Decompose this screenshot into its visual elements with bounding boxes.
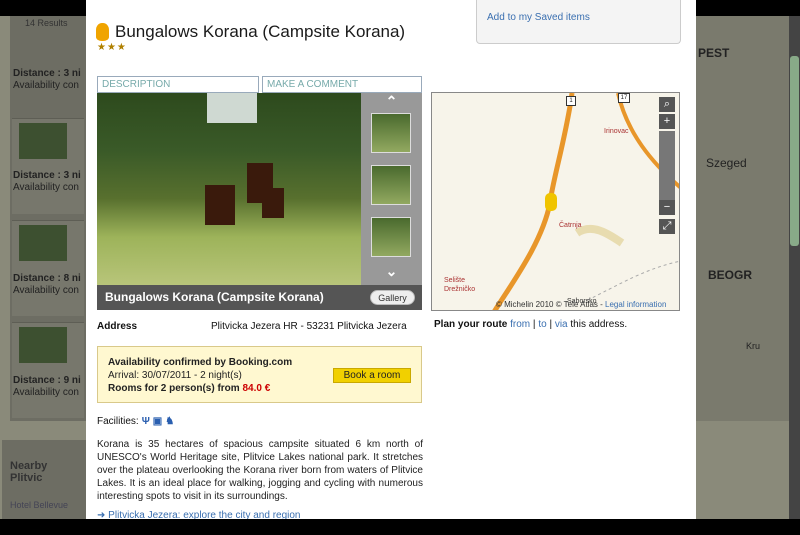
pets-icon: ♞: [165, 416, 175, 427]
route-to-link[interactable]: to: [538, 319, 546, 330]
map-label: PEST: [698, 46, 730, 60]
plan-route: Plan your route from | to | via this add…: [434, 319, 628, 330]
nearby-panel: Nearby Plitvic Hotel Bellevue: [2, 440, 88, 519]
page-scrollbar[interactable]: [789, 16, 800, 519]
photo-gallery: ⌃ ⌄ Bungalows Korana (Campsite Korana) G…: [97, 93, 422, 310]
hotel-title: Bungalows Korana (Campsite Korana): [115, 22, 406, 41]
location-pin-icon[interactable]: [545, 193, 557, 211]
photo-cabin: [262, 188, 284, 218]
result-availability: Availability con: [13, 285, 79, 296]
map-copyright: © Michelin 2010 © Tele Atlas - Legal inf…: [496, 300, 667, 309]
address-label: Address: [97, 321, 138, 332]
result-distance: Distance : 3 ni: [13, 68, 81, 79]
add-to-saved-link[interactable]: Add to my Saved items: [487, 12, 590, 23]
location-pin-icon: [96, 23, 109, 41]
results-count: 14 Results: [25, 18, 68, 28]
thumbnail-strip: ⌃ ⌄: [361, 93, 422, 285]
map-label: Szeged: [706, 156, 747, 170]
result-availability: Availability con: [13, 387, 79, 398]
result-availability: Availability con: [13, 182, 79, 193]
result-thumbnail[interactable]: [19, 327, 67, 363]
location-map[interactable]: 1 17 Irinovac Čatrnja Selište Drežničko …: [431, 92, 680, 311]
address-value: Plitvicka Jezera HR - 53231 Plitvicka Je…: [211, 321, 407, 332]
nearby-title: Nearby Plitvic: [10, 460, 48, 484]
parking-icon: ▣: [152, 416, 163, 427]
result-thumbnail[interactable]: [19, 225, 67, 261]
route-via-link[interactable]: via: [555, 319, 568, 330]
zoom-in-button[interactable]: +: [659, 114, 675, 129]
result-distance: Distance : 8 ni: [13, 273, 81, 284]
scroll-up-icon[interactable]: ⌃: [361, 93, 422, 110]
star-rating: ★★★: [97, 42, 127, 53]
map-search-icon[interactable]: ⌕: [659, 97, 675, 112]
save-box: Add to my Saved items: [476, 0, 681, 44]
map-label: BEOGR: [708, 268, 753, 282]
photo-cabin: [205, 185, 235, 225]
title-row: Bungalows Korana (Campsite Korana): [96, 22, 405, 42]
gallery-thumbnail[interactable]: [371, 217, 411, 257]
result-thumbnail[interactable]: [19, 123, 67, 159]
scrollbar-thumb[interactable]: [790, 56, 799, 246]
map-label: Irinovac: [604, 128, 629, 135]
facilities: Facilities: Ψ ▣ ♞: [97, 416, 174, 427]
fullscreen-icon[interactable]: ⤢: [659, 219, 675, 234]
bottom-black-bar: [0, 519, 800, 535]
legal-info-link[interactable]: Legal information: [605, 300, 666, 309]
rooms-info: Rooms for 2 person(s) from: [108, 383, 240, 394]
photo-sky: [207, 93, 257, 123]
restaurant-icon: Ψ: [141, 416, 150, 427]
nearby-link[interactable]: Hotel Bellevue: [10, 500, 82, 510]
facilities-label: Facilities:: [97, 416, 139, 427]
hotel-detail-modal: Add to my Saved items Bungalows Korana (…: [86, 0, 696, 521]
result-distance: Distance : 3 ni: [13, 170, 81, 181]
background-map[interactable]: PEST Szeged BEOGR Kru: [696, 16, 790, 421]
result-availability: Availability con: [13, 80, 79, 91]
availability-title: Availability confirmed by Booking.com: [108, 357, 293, 368]
road-number-label: 17: [618, 93, 630, 103]
zoom-out-button[interactable]: −: [659, 200, 675, 215]
result-item[interactable]: [12, 220, 84, 316]
road-number-label: 1: [566, 96, 576, 106]
result-distance: Distance : 9 ni: [13, 375, 81, 386]
result-item[interactable]: [12, 118, 84, 214]
tab-description[interactable]: DESCRIPTION: [97, 76, 259, 93]
gallery-thumbnail[interactable]: [371, 113, 411, 153]
hotel-description: Korana is 35 hectares of spacious campsi…: [97, 439, 423, 502]
tab-make-comment[interactable]: MAKE A COMMENT: [262, 76, 422, 93]
route-from-link[interactable]: from: [510, 319, 530, 330]
scroll-down-icon[interactable]: ⌄: [361, 263, 422, 280]
book-room-button[interactable]: Book a room: [333, 368, 411, 383]
map-label: Čatrnja: [559, 222, 582, 229]
map-label: Kru: [746, 341, 761, 351]
gallery-thumbnail[interactable]: [371, 165, 411, 205]
map-label: Selište Drežničko: [444, 277, 476, 293]
zoom-slider[interactable]: [659, 131, 675, 205]
gallery-button[interactable]: Gallery: [370, 290, 415, 305]
main-photo[interactable]: [97, 93, 361, 285]
room-price: 84.0 €: [242, 383, 271, 394]
result-item[interactable]: [12, 322, 84, 418]
availability-box: Availability confirmed by Booking.com Ar…: [97, 346, 422, 403]
